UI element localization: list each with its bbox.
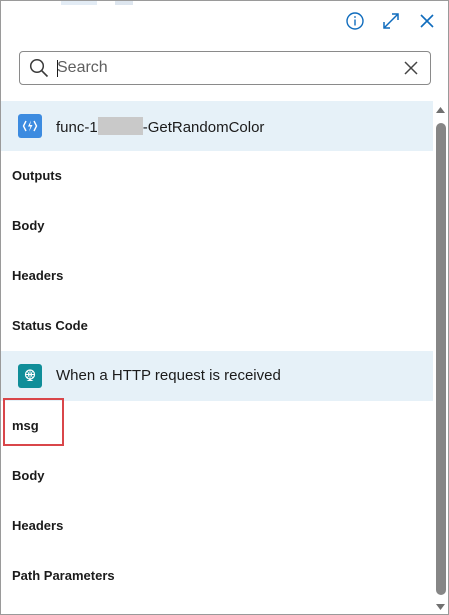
- search-icon: [29, 58, 49, 78]
- text-caret: [57, 60, 58, 77]
- scrollbar-thumb[interactable]: [436, 123, 446, 595]
- expand-icon[interactable]: [379, 9, 403, 33]
- http-request-icon: [18, 364, 42, 388]
- info-icon[interactable]: [343, 9, 367, 33]
- background-fragment: [61, 1, 181, 5]
- list-item[interactable]: Status Code: [1, 301, 433, 351]
- list-item[interactable]: Body: [1, 201, 433, 251]
- redacted-block: [97, 117, 143, 135]
- close-icon[interactable]: [415, 9, 439, 33]
- panel-header: [1, 1, 448, 41]
- dynamic-content-list: func-1 -GetRandomColor Outputs Body Heade…: [1, 101, 433, 601]
- group-header-function[interactable]: func-1 -GetRandomColor: [1, 101, 433, 151]
- clear-icon[interactable]: [402, 59, 420, 77]
- list-item[interactable]: Path Parameters: [1, 551, 433, 601]
- azure-function-icon: [18, 114, 42, 138]
- scroll-down-arrow-icon[interactable]: [435, 601, 446, 613]
- list-item[interactable]: Headers: [1, 501, 433, 551]
- list-item[interactable]: Headers: [1, 251, 433, 301]
- list-item-msg[interactable]: msg: [1, 401, 433, 451]
- list-item[interactable]: Outputs: [1, 151, 433, 201]
- group-header-http-trigger[interactable]: When a HTTP request is received: [1, 351, 433, 401]
- dynamic-content-panel: func-1-GetRandomColor Outputs Body Heade…: [0, 0, 449, 615]
- search-input[interactable]: [57, 56, 387, 80]
- scrollbar[interactable]: [433, 101, 448, 614]
- group-title: func-1 -GetRandomColor: [56, 117, 265, 136]
- list-item[interactable]: Body: [1, 451, 433, 501]
- group-title: When a HTTP request is received: [56, 367, 281, 384]
- search-box[interactable]: [19, 51, 431, 85]
- scroll-up-arrow-icon[interactable]: [435, 103, 446, 117]
